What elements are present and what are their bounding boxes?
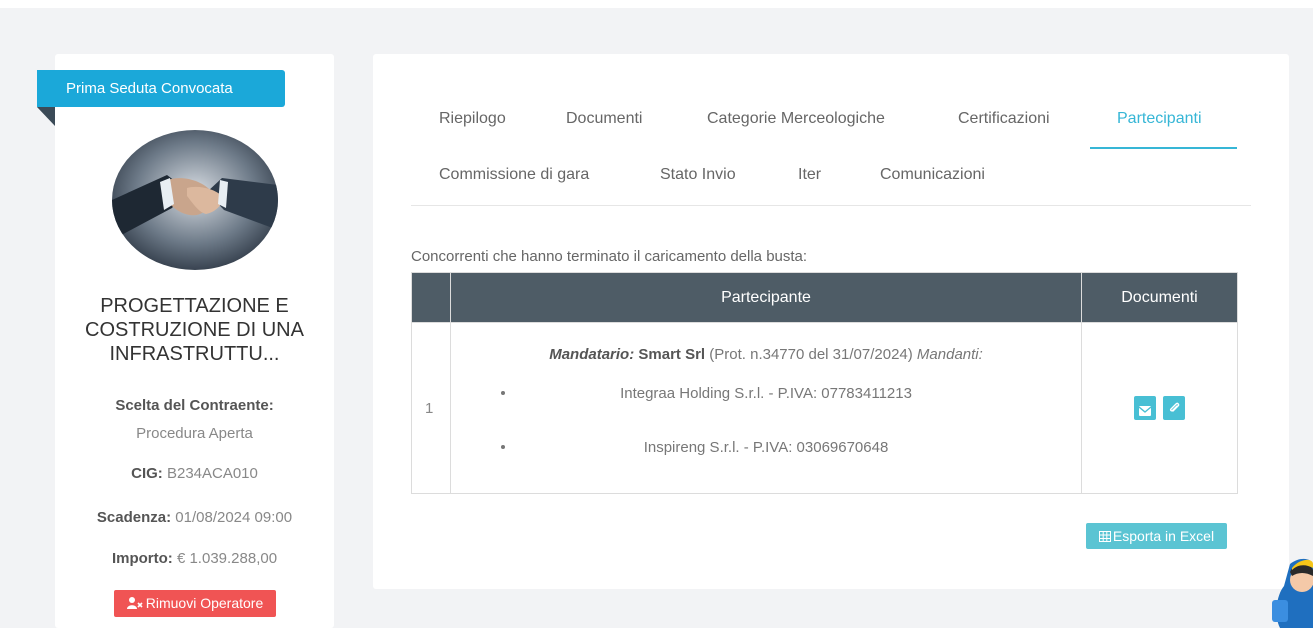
scelta-label-row: Scelta del Contraente: [55,397,334,414]
protocol-text: (Prot. n.34770 del 31/07/2024) [709,345,913,363]
tab-stato-invio[interactable]: Stato Invio [660,166,736,184]
importo-value: € 1.039.288,00 [176,550,278,567]
importo-row: Importo: € 1.039.288,00 [55,550,334,567]
participant-cell: Mandatario: Smart Srl (Prot. n.34770 del… [450,322,1082,494]
top-strip [0,0,1313,8]
tab-documenti[interactable]: Documenti [566,110,642,128]
tab-commissione-di-gara[interactable]: Commissione di gara [439,166,589,184]
cig-value: B234ACA010 [166,465,258,482]
header-num [411,272,451,323]
tab-iter[interactable]: Iter [798,166,821,184]
cig-row: CIG: B234ACA010 [55,465,334,482]
tab-riepilogo[interactable]: Riepilogo [439,110,506,128]
list-item: Integraa Holding S.r.l. - P.IVA: 0778341… [461,385,1071,409]
table-header-row: Partecipante Documenti [411,272,1238,323]
ribbon-fold [37,107,55,126]
participants-table: Partecipante Documenti 1 Mandatario: Sma… [411,272,1238,494]
envelope-icon [1138,403,1152,421]
remove-operator-button[interactable]: Rimuovi Operatore [114,590,276,617]
mandatario-name: Smart Srl [638,345,706,363]
row-number: 1 [411,322,451,494]
email-button[interactable] [1134,396,1157,421]
header-documenti: Documenti [1081,272,1238,323]
bullet-icon [501,444,505,449]
scadenza-value: 01/08/2024 09:00 [175,509,293,526]
mandatario-line: Mandatario: Smart Srl (Prot. n.34770 del… [461,346,1071,363]
documents-cell [1081,322,1238,494]
project-title: PROGETTAZIONE E COSTRUZIONE DI UNA INFRA… [85,295,304,365]
user-times-icon [126,591,143,618]
active-tab-indicator [1090,147,1237,149]
tab-partecipanti[interactable]: Partecipanti [1117,110,1202,128]
export-excel-button[interactable]: Esporta in Excel [1086,523,1227,549]
assistant-mascot-icon[interactable] [1270,556,1313,628]
tab-comunicazioni[interactable]: Comunicazioni [880,166,985,184]
scelta-label: Scelta del Contraente: [115,397,274,414]
scadenza-row: Scadenza: 01/08/2024 09:00 [55,509,334,526]
header-partecipante: Partecipante [450,272,1082,323]
mandanti-label: Mandanti: [916,345,983,363]
attachment-button[interactable] [1162,396,1185,420]
export-excel-label: Esporta in Excel [1112,528,1215,544]
remove-operator-label: Rimuovi Operatore [145,595,264,611]
tabs-divider [411,205,1251,206]
table-row: 1 Mandatario: Smart Srl (Prot. n.34770 d… [411,322,1238,494]
participants-intro: Concorrenti che hanno terminato il caric… [411,248,808,265]
list-item: Inspireng S.r.l. - P.IVA: 03069670648 [461,439,1071,463]
handshake-image [112,130,278,270]
tab-certificazioni[interactable]: Certificazioni [958,110,1050,128]
paperclip-icon [1168,401,1180,420]
bullet-icon [501,390,505,395]
table-icon [1098,524,1111,550]
cig-label: CIG: [131,465,163,482]
status-ribbon: Prima Seduta Convocata [37,70,285,107]
mandatario-label: Mandatario: [549,345,635,363]
mandante-1: Integraa Holding S.r.l. - P.IVA: 0778341… [620,384,912,402]
mandante-2: Inspireng S.r.l. - P.IVA: 03069670648 [643,438,889,456]
scelta-value: Procedura Aperta [136,425,253,442]
importo-label: Importo: [111,550,173,567]
tab-categorie-merceologiche[interactable]: Categorie Merceologiche [707,110,885,128]
scadenza-label: Scadenza: [96,509,172,526]
